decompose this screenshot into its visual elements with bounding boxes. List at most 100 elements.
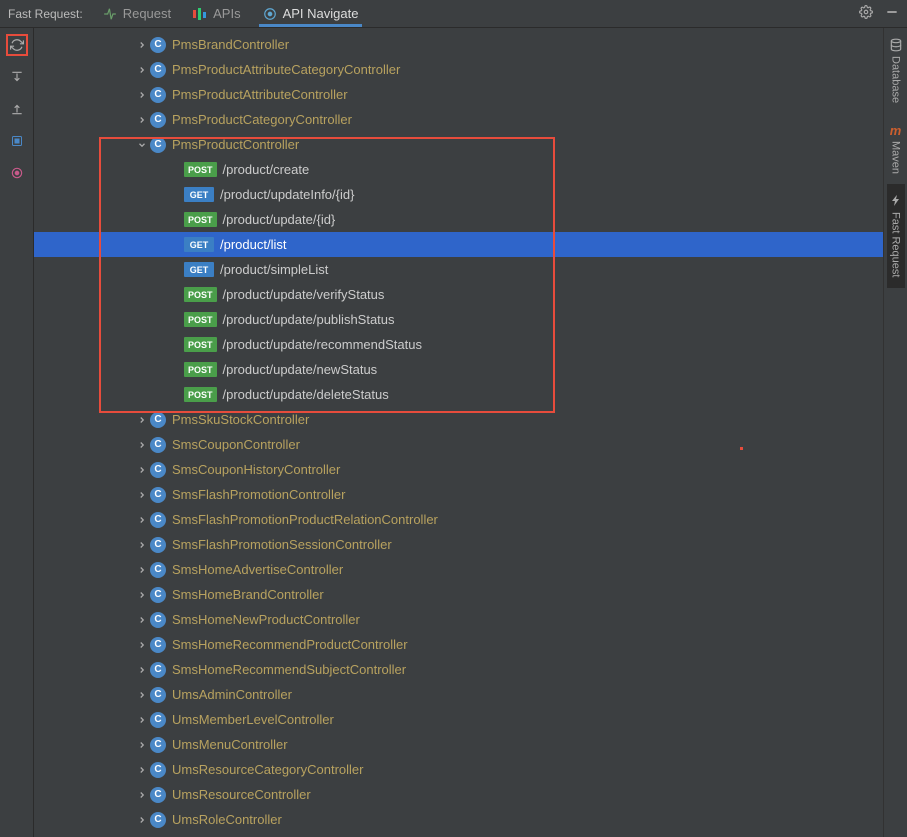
- controller-name: PmsProductCategoryController: [172, 112, 352, 127]
- controller-node[interactable]: CUmsResourceController: [34, 782, 883, 807]
- method-badge-post: POST: [184, 387, 217, 402]
- chevron-right-icon[interactable]: [134, 87, 150, 103]
- controller-name: SmsFlashPromotionSessionController: [172, 537, 392, 552]
- collapse-icon[interactable]: [6, 98, 28, 120]
- controller-node[interactable]: CSmsHomeRecommendProductController: [34, 632, 883, 657]
- expand-icon[interactable]: [6, 66, 28, 88]
- database-tool[interactable]: Database: [887, 28, 905, 113]
- tab-request[interactable]: Request: [99, 0, 175, 27]
- endpoint-path: /product/update/newStatus: [223, 362, 378, 377]
- endpoint-node[interactable]: POST/product/create: [34, 157, 883, 182]
- cursor-dot: [740, 447, 743, 450]
- chevron-right-icon[interactable]: [134, 587, 150, 603]
- controller-node[interactable]: CPmsProductAttributeCategoryController: [34, 57, 883, 82]
- chevron-right-icon[interactable]: [134, 62, 150, 78]
- class-icon: C: [150, 512, 166, 528]
- right-tool-label: Maven: [890, 141, 902, 174]
- class-icon: C: [150, 487, 166, 503]
- chevron-right-icon[interactable]: [134, 412, 150, 428]
- controller-name: SmsCouponHistoryController: [172, 462, 340, 477]
- chevron-right-icon[interactable]: [134, 112, 150, 128]
- controller-name: UmsResourceCategoryController: [172, 762, 363, 777]
- class-icon: C: [150, 637, 166, 653]
- class-icon: C: [150, 687, 166, 703]
- endpoint-node[interactable]: POST/product/update/verifyStatus: [34, 282, 883, 307]
- filter-icon[interactable]: [6, 130, 28, 152]
- chevron-right-icon[interactable]: [134, 487, 150, 503]
- target-icon[interactable]: [6, 162, 28, 184]
- controller-node[interactable]: CSmsCouponController: [34, 432, 883, 457]
- method-badge-post: POST: [184, 312, 217, 327]
- tab-apis[interactable]: APIs: [189, 0, 244, 27]
- endpoint-node[interactable]: GET/product/simpleList: [34, 257, 883, 282]
- controller-node[interactable]: CPmsBrandController: [34, 32, 883, 57]
- endpoint-node[interactable]: GET/product/list: [34, 232, 883, 257]
- chevron-right-icon[interactable]: [134, 637, 150, 653]
- chevron-right-icon[interactable]: [134, 762, 150, 778]
- minimize-icon[interactable]: [885, 5, 899, 22]
- refresh-icon[interactable]: [6, 34, 28, 56]
- controller-node[interactable]: C SmsCouponHistoryController: [34, 457, 883, 482]
- chevron-right-icon[interactable]: [134, 787, 150, 803]
- api-tree[interactable]: CPmsBrandControllerCPmsProductAttributeC…: [34, 28, 883, 837]
- chevron-right-icon[interactable]: [134, 737, 150, 753]
- controller-node[interactable]: CSmsHomeRecommendSubjectController: [34, 657, 883, 682]
- class-icon: C: [150, 537, 166, 553]
- endpoint-node[interactable]: POST/product/update/newStatus: [34, 357, 883, 382]
- tab-api-navigate[interactable]: API Navigate: [259, 0, 363, 27]
- controller-node[interactable]: CUmsRoleController: [34, 807, 883, 832]
- endpoint-path: /product/update/deleteStatus: [223, 387, 389, 402]
- endpoint-path: /product/update/verifyStatus: [223, 287, 385, 302]
- controller-node[interactable]: CSmsHomeBrandController: [34, 582, 883, 607]
- controller-node[interactable]: CUmsMemberLevelController: [34, 707, 883, 732]
- class-icon: C: [150, 712, 166, 728]
- controller-node[interactable]: C SmsFlashPromotionSessionController: [34, 532, 883, 557]
- chevron-right-icon[interactable]: [134, 662, 150, 678]
- endpoint-node[interactable]: POST/product/update/recommendStatus: [34, 332, 883, 357]
- chevron-right-icon[interactable]: [134, 612, 150, 628]
- chevron-right-icon[interactable]: [134, 537, 150, 553]
- class-icon: C: [150, 112, 166, 128]
- chevron-right-icon[interactable]: [134, 437, 150, 453]
- chevron-right-icon[interactable]: [134, 462, 150, 478]
- maven-tool[interactable]: mMaven: [887, 113, 905, 184]
- endpoint-path: /product/create: [223, 162, 310, 177]
- chevron-down-icon[interactable]: [134, 137, 150, 153]
- controller-node[interactable]: CPmsSkuStockController: [34, 407, 883, 432]
- chevron-right-icon[interactable]: [134, 687, 150, 703]
- controller-name: SmsHomeAdvertiseController: [172, 562, 343, 577]
- class-icon: C: [150, 762, 166, 778]
- controller-node[interactable]: C PmsProductCategoryController: [34, 107, 883, 132]
- fast-request-tool[interactable]: Fast Request: [887, 184, 905, 287]
- gear-icon[interactable]: [859, 5, 873, 22]
- controller-node[interactable]: CUmsMenuController: [34, 732, 883, 757]
- endpoint-path: /product/list: [220, 237, 286, 252]
- navigate-icon: [263, 7, 277, 21]
- chevron-right-icon[interactable]: [134, 37, 150, 53]
- class-icon: C: [150, 612, 166, 628]
- method-badge-post: POST: [184, 362, 217, 377]
- controller-name: SmsHomeBrandController: [172, 587, 324, 602]
- controller-name: PmsBrandController: [172, 37, 289, 52]
- tab-label: APIs: [213, 6, 240, 21]
- controller-node[interactable]: CSmsHomeNewProductController: [34, 607, 883, 632]
- endpoint-node[interactable]: POST/product/update/{id}: [34, 207, 883, 232]
- controller-node[interactable]: CUmsAdminController: [34, 682, 883, 707]
- controller-node[interactable]: CSmsHomeAdvertiseController: [34, 557, 883, 582]
- endpoint-node[interactable]: POST/product/update/publishStatus: [34, 307, 883, 332]
- controller-node[interactable]: CSmsFlashPromotionController: [34, 482, 883, 507]
- chevron-right-icon[interactable]: [134, 562, 150, 578]
- controller-node[interactable]: CPmsProductAttributeController: [34, 82, 883, 107]
- method-badge-post: POST: [184, 212, 217, 227]
- controller-node[interactable]: C UmsResourceCategoryController: [34, 757, 883, 782]
- class-icon: C: [150, 462, 166, 478]
- chevron-right-icon[interactable]: [134, 812, 150, 828]
- controller-name: PmsProductAttributeCategoryController: [172, 62, 400, 77]
- chevron-right-icon[interactable]: [134, 712, 150, 728]
- endpoint-path: /product/update/{id}: [223, 212, 336, 227]
- controller-node[interactable]: CSmsFlashPromotionProductRelationControl…: [34, 507, 883, 532]
- chevron-right-icon[interactable]: [134, 512, 150, 528]
- controller-node[interactable]: CPmsProductController: [34, 132, 883, 157]
- endpoint-node[interactable]: GET/product/updateInfo/{id}: [34, 182, 883, 207]
- endpoint-node[interactable]: POST/product/update/deleteStatus: [34, 382, 883, 407]
